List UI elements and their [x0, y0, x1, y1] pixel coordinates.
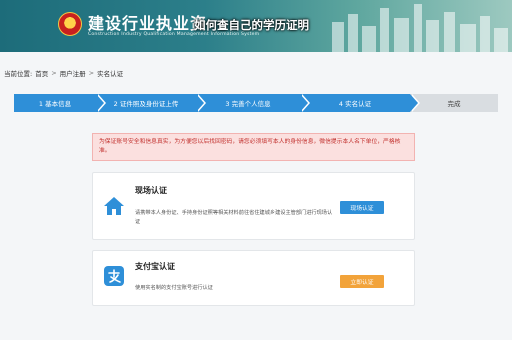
card-title: 现场认证: [135, 186, 167, 195]
card-description: 使用实名制的支付宝账号进行认证: [135, 285, 213, 291]
breadcrumb: 当前位置: 首页 > 用户注册 > 实名认证: [0, 63, 512, 83]
skyline-graphic: [332, 4, 508, 52]
site-header: 建设行业执业资 Construction Industry Qualificat…: [0, 0, 512, 52]
step-complete: 完成: [410, 94, 498, 112]
alipay-auth-card: 支付宝认证 使用实名制的支付宝账号进行认证 立即认证: [92, 250, 415, 306]
card-title: 支付宝认证: [135, 262, 175, 271]
step-label: 4 实名认证: [338, 100, 372, 108]
breadcrumb-home[interactable]: 首页: [35, 68, 48, 78]
step-real-name-auth: 4 实名认证: [300, 94, 420, 112]
step-label: 2 证件照及身份证上传: [113, 100, 179, 108]
step-id-upload: 2 证件照及身份证上传: [96, 94, 206, 112]
onsite-auth-button[interactable]: 现场认证: [340, 201, 384, 214]
notice-banner: 为保证账号安全和信息真实，为方便您以后找回密码，请您必须填写本人的身份信息，微信…: [92, 133, 415, 161]
step-label: 3 完善个人信息: [225, 100, 271, 108]
breadcrumb-prefix: 当前位置:: [4, 70, 33, 78]
step-label: 完成: [447, 100, 461, 108]
step-personal-info: 3 完善个人信息: [196, 94, 310, 112]
step-label: 1 基本信息: [38, 100, 72, 108]
house-icon: [103, 195, 125, 217]
overlay-caption: 如何查自己的学历证明: [194, 18, 309, 32]
alipay-auth-button[interactable]: 立即认证: [340, 275, 384, 288]
breadcrumb-register[interactable]: 用户注册: [60, 68, 86, 78]
step-basic-info: 1 基本信息: [14, 94, 106, 112]
national-emblem-icon: [58, 12, 82, 36]
site-title: 建设行业执业资: [88, 14, 208, 33]
onsite-auth-card: 现场认证 请携带本人身份证、手持身份证照等相关材料前往省住建城乡建设主管部门进行…: [92, 172, 415, 240]
card-description: 请携带本人身份证、手持身份证照等相关材料前往省住建城乡建设主管部门进行现场认证: [135, 210, 333, 225]
progress-steps: 1 基本信息 2 证件照及身份证上传 3 完善个人信息 4 实名认证 完成: [14, 94, 498, 112]
breadcrumb-separator: >: [51, 69, 57, 77]
breadcrumb-separator: >: [88, 69, 95, 77]
page-root: 建设行业执业资 Construction Industry Qualificat…: [0, 0, 512, 340]
breadcrumb-current: 实名认证: [97, 70, 124, 78]
alipay-icon: [103, 265, 125, 287]
